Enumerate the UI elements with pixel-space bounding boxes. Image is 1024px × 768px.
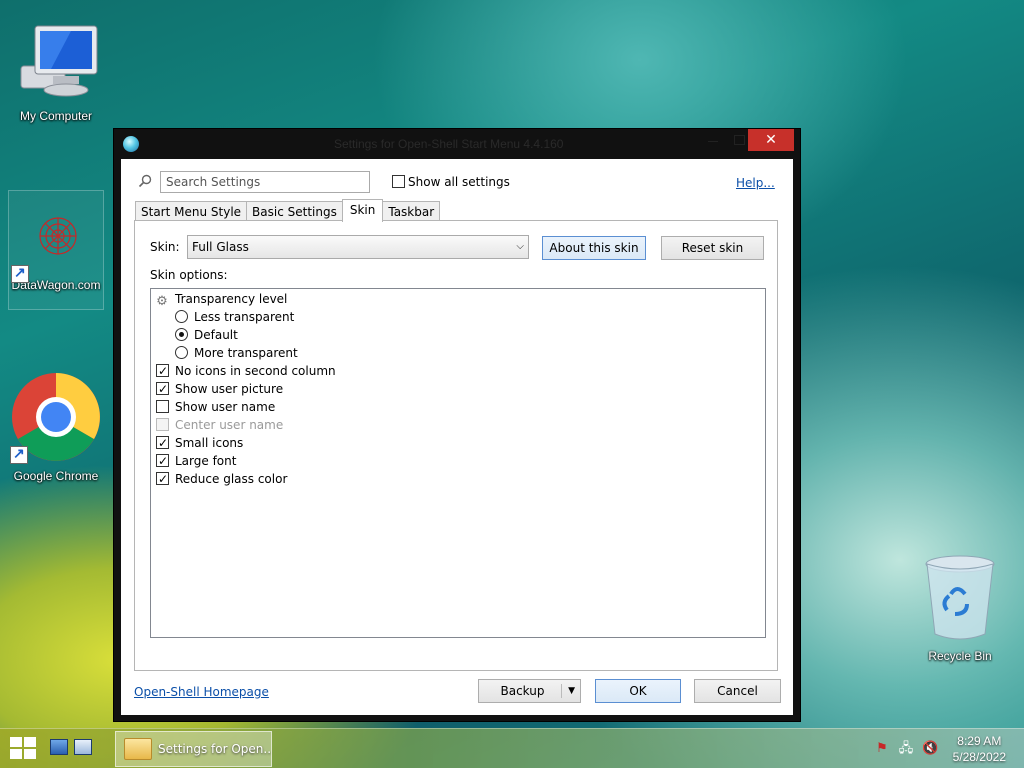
checkbox-center-user-name bbox=[156, 418, 169, 431]
datawagon-icon bbox=[39, 217, 77, 255]
open-shell-homepage-link[interactable]: Open-Shell Homepage bbox=[134, 685, 269, 699]
option-label: Show user name bbox=[175, 400, 276, 414]
about-skin-button[interactable]: About this skin bbox=[542, 236, 646, 260]
desktop-icon-my-computer[interactable]: My Computer bbox=[8, 22, 104, 123]
option-label: Transparency level bbox=[175, 292, 288, 306]
windows-logo-icon bbox=[10, 737, 22, 747]
radio-default[interactable] bbox=[175, 328, 188, 341]
option-large-font[interactable]: Large font bbox=[156, 452, 236, 470]
search-icon bbox=[138, 174, 152, 188]
option-label: Default bbox=[194, 328, 238, 342]
split-divider bbox=[561, 684, 562, 698]
chevron-down-icon[interactable]: ▼ bbox=[568, 680, 575, 702]
checkbox-reduce-glass-color[interactable] bbox=[156, 470, 169, 488]
option-transparency-level: ⚙ Transparency level bbox=[155, 290, 288, 309]
option-center-user-name: Center user name bbox=[156, 416, 283, 434]
desktop-icon-datawagon[interactable]: DataWagon.com bbox=[8, 190, 104, 310]
shortcut-arrow-icon bbox=[10, 445, 28, 464]
tab-strip: Start Menu Style Basic Settings Skin Tas… bbox=[135, 199, 441, 222]
help-link[interactable]: Help... bbox=[736, 176, 775, 190]
option-label: Small icons bbox=[175, 436, 244, 450]
option-less-transparent[interactable]: Less transparent bbox=[175, 308, 294, 326]
clock-date: 5/28/2022 bbox=[952, 750, 1006, 764]
ok-button[interactable]: OK bbox=[595, 679, 681, 703]
close-button[interactable]: ✕ bbox=[748, 129, 794, 151]
action-center-flag-icon[interactable]: ⚑ bbox=[874, 741, 890, 757]
app-icon bbox=[123, 136, 139, 152]
desktop-icon-label: Google Chrome bbox=[13, 469, 99, 483]
tab-basic-settings[interactable]: Basic Settings bbox=[246, 201, 343, 222]
settings-folder-icon bbox=[124, 738, 152, 760]
skin-selected-value: Full Glass bbox=[192, 240, 249, 254]
taskbar: Settings for Open... ⚑ 🖧 🔇 8:29 AM 5/28/… bbox=[0, 728, 1024, 768]
radio-more-transparent[interactable] bbox=[175, 346, 188, 359]
backup-button[interactable]: Backup ▼ bbox=[478, 679, 581, 703]
option-reduce-glass-color[interactable]: Reduce glass color bbox=[156, 470, 287, 488]
option-label: Center user name bbox=[175, 418, 284, 432]
skin-tab-panel: Skin: Full Glass ⌵ About this skin Reset… bbox=[134, 220, 778, 671]
checkbox-no-icons-second-column[interactable] bbox=[156, 362, 169, 380]
close-icon: ✕ bbox=[765, 132, 777, 148]
option-label: Less transparent bbox=[194, 310, 295, 324]
tab-skin[interactable]: Skin bbox=[341, 199, 384, 222]
option-label: No icons in second column bbox=[175, 364, 336, 378]
option-no-icons-second-column[interactable]: No icons in second column bbox=[156, 362, 336, 380]
checkbox-show-user-name[interactable] bbox=[156, 400, 169, 413]
shortcut-arrow-icon bbox=[11, 264, 29, 283]
backup-label: Backup bbox=[500, 684, 545, 698]
network-icon[interactable]: 🖧 bbox=[898, 741, 914, 757]
desktop-icon-recycle-bin[interactable]: Recycle Bin bbox=[912, 552, 1008, 663]
show-all-label: Show all settings bbox=[408, 175, 510, 189]
recycle-bin-icon bbox=[925, 555, 995, 640]
option-show-user-picture[interactable]: Show user picture bbox=[156, 380, 283, 398]
system-clock[interactable]: 8:29 AM 5/28/2022 bbox=[953, 733, 1006, 765]
gear-icon: ⚙ bbox=[156, 294, 168, 309]
volume-muted-icon[interactable]: 🔇 bbox=[922, 741, 938, 757]
option-label: Large font bbox=[175, 454, 237, 468]
settings-client-area: Show all settings Help... Start Menu Sty… bbox=[121, 159, 793, 715]
start-button[interactable] bbox=[10, 737, 38, 761]
settings-window: Settings for Open-Shell Start Menu 4.4.1… bbox=[113, 128, 801, 722]
option-label: Show user picture bbox=[175, 382, 284, 396]
computer-icon bbox=[20, 25, 98, 97]
minimize-button[interactable] bbox=[700, 129, 726, 151]
taskbar-item-settings[interactable]: Settings for Open... bbox=[115, 731, 272, 767]
tab-taskbar[interactable]: Taskbar bbox=[382, 201, 441, 222]
reset-skin-button[interactable]: Reset skin bbox=[661, 236, 764, 260]
option-show-user-name[interactable]: Show user name bbox=[156, 398, 275, 416]
show-all-settings-checkbox[interactable]: Show all settings bbox=[392, 175, 510, 189]
option-default[interactable]: Default bbox=[175, 326, 238, 344]
show-all-checkbox-box[interactable] bbox=[392, 175, 405, 188]
option-small-icons[interactable]: Small icons bbox=[156, 434, 243, 452]
window-title: Settings for Open-Shell Start Menu 4.4.1… bbox=[334, 137, 564, 151]
cancel-button[interactable]: Cancel bbox=[694, 679, 781, 703]
windows-logo-icon-part bbox=[24, 737, 36, 747]
windows-logo-icon-part bbox=[24, 749, 36, 759]
show-desktop-icon[interactable] bbox=[50, 739, 68, 755]
checkbox-show-user-picture[interactable] bbox=[156, 380, 169, 398]
taskbar-item-label: Settings for Open... bbox=[158, 742, 272, 756]
skin-options-list[interactable]: ⚙ Transparency level Less transparent Def… bbox=[150, 288, 766, 638]
radio-less-transparent[interactable] bbox=[175, 310, 188, 323]
switch-windows-icon[interactable] bbox=[74, 739, 92, 755]
title-bar[interactable]: Settings for Open-Shell Start Menu 4.4.1… bbox=[114, 129, 800, 159]
skin-options-label: Skin options: bbox=[150, 268, 228, 282]
option-more-transparent[interactable]: More transparent bbox=[175, 344, 298, 362]
chevron-down-icon: ⌵ bbox=[516, 241, 524, 252]
checkbox-large-font[interactable] bbox=[156, 452, 169, 470]
desktop-icon-label: Recycle Bin bbox=[928, 649, 992, 663]
desktop-icon-google-chrome[interactable]: Google Chrome bbox=[8, 372, 104, 483]
search-input[interactable] bbox=[160, 171, 370, 193]
option-label: Reduce glass color bbox=[175, 472, 288, 486]
option-label: More transparent bbox=[194, 346, 298, 360]
desktop-icon-label: My Computer bbox=[19, 109, 93, 123]
skin-dropdown[interactable]: Full Glass ⌵ bbox=[187, 235, 529, 259]
tab-start-menu-style[interactable]: Start Menu Style bbox=[135, 201, 248, 222]
skin-label: Skin: bbox=[150, 240, 180, 254]
clock-time: 8:29 AM bbox=[957, 734, 1002, 748]
checkbox-small-icons[interactable] bbox=[156, 434, 169, 452]
windows-logo-icon-part bbox=[10, 749, 22, 759]
